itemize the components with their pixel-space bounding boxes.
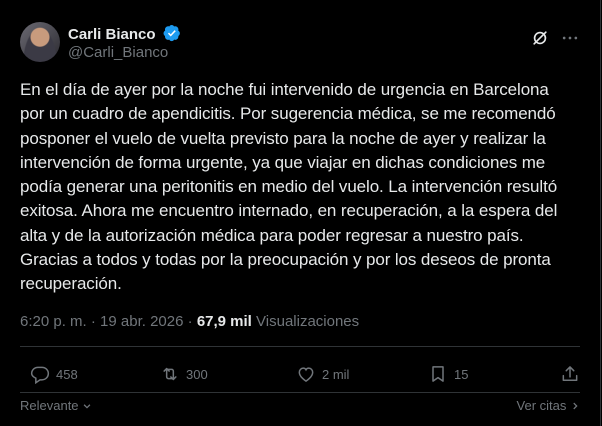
replies-footer: Relevante Ver citas bbox=[20, 398, 580, 418]
reply-icon bbox=[30, 366, 50, 384]
chevron-down-icon bbox=[83, 404, 91, 409]
tweet-text: En el día de ayer por la noche fui inter… bbox=[20, 80, 558, 294]
share-icon bbox=[562, 366, 578, 381]
heart-icon bbox=[298, 367, 314, 382]
repost-count: 300 bbox=[186, 366, 208, 382]
repost-button[interactable]: 300 bbox=[160, 360, 208, 388]
sort-relevant-dropdown[interactable]: Relevante bbox=[20, 398, 92, 413]
repost-icon bbox=[163, 367, 177, 381]
tweet-detail: Carli Bianco @Carli_Bianco En el día de … bbox=[0, 0, 601, 426]
meta-dot-2: · bbox=[187, 313, 193, 330]
tweet-meta: 6:20 p. m. · 19 abr. 2026 · 67,9 mil Vis… bbox=[20, 313, 359, 330]
avatar[interactable] bbox=[20, 22, 60, 62]
views-count: 67,9 mil bbox=[196, 313, 252, 330]
view-quotes-link[interactable]: Ver citas bbox=[517, 398, 580, 413]
tweet-date[interactable]: 19 abr. 2026 bbox=[100, 313, 183, 330]
tweet-time[interactable]: 6:20 p. m. bbox=[20, 313, 87, 330]
sort-label: Relevante bbox=[20, 398, 79, 413]
meta-dot: · bbox=[90, 313, 96, 330]
author-name-row: Carli Bianco bbox=[68, 24, 181, 44]
reply-button[interactable]: 458 bbox=[30, 360, 78, 388]
more-horizontal-icon[interactable] bbox=[560, 28, 580, 48]
tweet-header: Carli Bianco @Carli_Bianco bbox=[20, 22, 580, 66]
author-name[interactable]: Carli Bianco bbox=[68, 26, 156, 43]
chevron-right-icon bbox=[573, 402, 578, 410]
bookmark-icon bbox=[432, 366, 444, 382]
bookmark-count: 15 bbox=[454, 366, 469, 382]
divider bbox=[20, 346, 580, 347]
reply-count: 458 bbox=[56, 366, 78, 382]
views-label: Visualizaciones bbox=[256, 313, 360, 330]
verified-badge-icon bbox=[163, 24, 180, 42]
like-button[interactable]: 2 mil bbox=[296, 360, 349, 388]
share-button[interactable] bbox=[560, 360, 580, 388]
view-quotes-label: Ver citas bbox=[516, 398, 567, 413]
grok-icon[interactable] bbox=[530, 28, 550, 48]
divider bbox=[20, 392, 580, 393]
action-bar: 458 300 2 mil 15 bbox=[20, 360, 580, 388]
bookmark-button[interactable]: 15 bbox=[428, 360, 468, 388]
like-count: 2 mil bbox=[322, 366, 350, 382]
author-handle[interactable]: @Carli_Bianco bbox=[68, 44, 168, 61]
